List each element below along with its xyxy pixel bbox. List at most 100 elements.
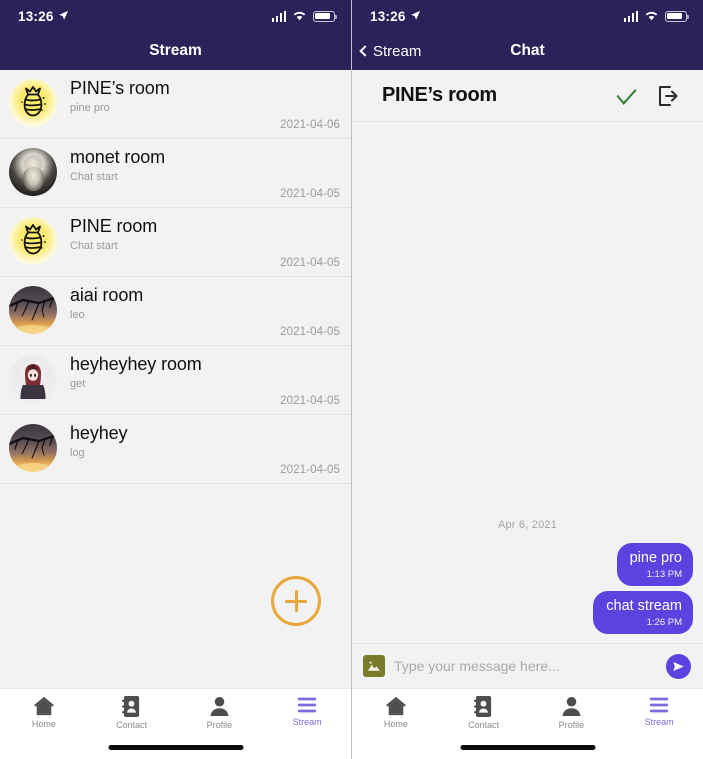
- add-room-button[interactable]: [271, 576, 321, 626]
- home-icon: [33, 696, 55, 716]
- room-date: 2021-04-05: [280, 395, 340, 407]
- message-input[interactable]: [394, 658, 657, 674]
- chat-room-title: PINE’s room: [382, 84, 497, 106]
- message-time: 1:13 PM: [646, 569, 682, 580]
- tab-contact[interactable]: Contact: [440, 696, 528, 730]
- status-bar-left: 13:26: [370, 9, 421, 24]
- image-attachment-button[interactable]: [363, 655, 385, 677]
- message-bubble[interactable]: pine pro 1:13 PM: [616, 543, 693, 586]
- send-icon: [673, 661, 684, 671]
- page-title: Chat: [510, 42, 545, 59]
- message-row: pine pro 1:13 PM: [362, 543, 693, 586]
- message-text: pine pro: [629, 550, 682, 566]
- room-list-item[interactable]: heyhey log 2021-04-05: [0, 415, 351, 484]
- tab-label: Contact: [468, 720, 500, 730]
- bottom-tab-bar: Home Contact Profile Stream: [352, 688, 703, 759]
- message-list[interactable]: Apr 6, 2021 pine pro 1:13 PM chat stream…: [352, 122, 703, 643]
- tab-label: Stream: [644, 717, 674, 727]
- tab-label: Profile: [558, 720, 585, 730]
- tab-stream[interactable]: Stream: [263, 696, 351, 727]
- room-name: aiai room: [70, 285, 144, 305]
- message-time: 1:26 PM: [646, 617, 682, 628]
- status-bar: 13:26: [0, 0, 351, 32]
- message-row: chat stream 1:26 PM: [362, 591, 693, 634]
- leave-room-button[interactable]: [647, 84, 689, 108]
- tab-stream[interactable]: Stream: [615, 696, 703, 727]
- pineapple-avatar: [9, 79, 57, 127]
- tab-label: Profile: [206, 720, 233, 730]
- status-bar-time: 13:26: [370, 8, 406, 24]
- anime-girl-avatar: [9, 355, 57, 403]
- tree-sunset-avatar: [9, 286, 57, 334]
- home-indicator: [108, 745, 243, 750]
- room-name: heyheyhey room: [70, 354, 202, 374]
- person-icon: [209, 696, 230, 717]
- status-bar-right: [271, 9, 338, 24]
- tab-label: Home: [383, 719, 408, 729]
- chat-screen: 13:26 Stream Chat PINE’s room Apr 6, 202…: [351, 0, 703, 759]
- message-text: chat stream: [606, 598, 682, 614]
- pineapple-avatar: [9, 217, 57, 265]
- room-date: 2021-04-05: [280, 257, 340, 269]
- bottom-tab-bar: Home Contact Profile Stream: [0, 688, 351, 759]
- page-title: Stream: [149, 42, 202, 59]
- status-bar-time: 13:26: [18, 8, 54, 24]
- home-indicator: [460, 745, 595, 750]
- wifi-icon: [292, 9, 307, 24]
- room-date: 2021-04-05: [280, 188, 340, 200]
- room-list-item[interactable]: aiai room leo 2021-04-05: [0, 277, 351, 346]
- message-bubble[interactable]: chat stream 1:26 PM: [593, 591, 693, 634]
- contact-card-icon: [474, 696, 493, 717]
- location-arrow-icon: [410, 9, 421, 24]
- status-bar-right: [623, 9, 690, 24]
- room-date: 2021-04-05: [280, 326, 340, 338]
- send-button[interactable]: [666, 653, 691, 679]
- room-date: 2021-04-05: [280, 464, 340, 476]
- dual-screenshot: 13:26 Stream PINE’s room pine pro 2021-0…: [0, 0, 703, 759]
- back-button[interactable]: Stream: [359, 32, 422, 70]
- room-name: PINE’s room: [70, 78, 170, 98]
- room-list[interactable]: PINE’s room pine pro 2021-04-06 monet ro…: [0, 70, 351, 688]
- right-navbar: Stream Chat: [352, 32, 703, 70]
- tab-profile[interactable]: Profile: [528, 696, 616, 730]
- tab-label: Home: [31, 719, 56, 729]
- confirm-button[interactable]: [605, 81, 647, 105]
- status-bar: 13:26: [352, 0, 703, 32]
- battery-icon: [665, 10, 690, 22]
- room-subtitle: Chat start: [70, 171, 118, 183]
- room-list-item[interactable]: PINE room Chat start 2021-04-05: [0, 208, 351, 277]
- room-list-item[interactable]: monet room Chat start 2021-04-05: [0, 139, 351, 208]
- message-composer: [352, 643, 703, 688]
- room-subtitle: log: [70, 447, 85, 459]
- tab-home[interactable]: Home: [0, 696, 88, 729]
- chat-header: PINE’s room: [352, 70, 703, 122]
- stream-lines-icon: [296, 696, 318, 714]
- battery-icon: [313, 10, 338, 22]
- exit-door-icon: [659, 85, 678, 106]
- room-list-item[interactable]: PINE’s room pine pro 2021-04-06: [0, 70, 351, 139]
- chevron-left-icon: [359, 45, 371, 57]
- tab-home[interactable]: Home: [352, 696, 440, 729]
- tab-label: Stream: [292, 717, 322, 727]
- tree-sunset-avatar: [9, 424, 57, 472]
- left-navbar: Stream: [0, 32, 351, 70]
- room-subtitle: get: [70, 378, 86, 390]
- cellular-bars-icon: [623, 10, 638, 22]
- room-name: PINE room: [70, 216, 158, 236]
- location-arrow-icon: [58, 9, 69, 24]
- left-navigation-area: 13:26 Stream: [0, 0, 351, 70]
- room-subtitle: Chat start: [70, 240, 118, 252]
- back-button-label: Stream: [373, 42, 422, 60]
- tab-contact[interactable]: Contact: [88, 696, 176, 730]
- home-icon: [385, 696, 407, 716]
- tab-profile[interactable]: Profile: [176, 696, 264, 730]
- monet-portrait-avatar: [9, 148, 57, 196]
- stream-screen: 13:26 Stream PINE’s room pine pro 2021-0…: [0, 0, 351, 759]
- check-icon: [616, 81, 636, 105]
- status-bar-left: 13:26: [18, 9, 69, 24]
- image-attachment-icon: [368, 661, 380, 671]
- room-subtitle: pine pro: [70, 102, 110, 114]
- contact-card-icon: [122, 696, 141, 717]
- room-list-item[interactable]: heyheyhey room get 2021-04-05: [0, 346, 351, 415]
- tab-label: Contact: [116, 720, 148, 730]
